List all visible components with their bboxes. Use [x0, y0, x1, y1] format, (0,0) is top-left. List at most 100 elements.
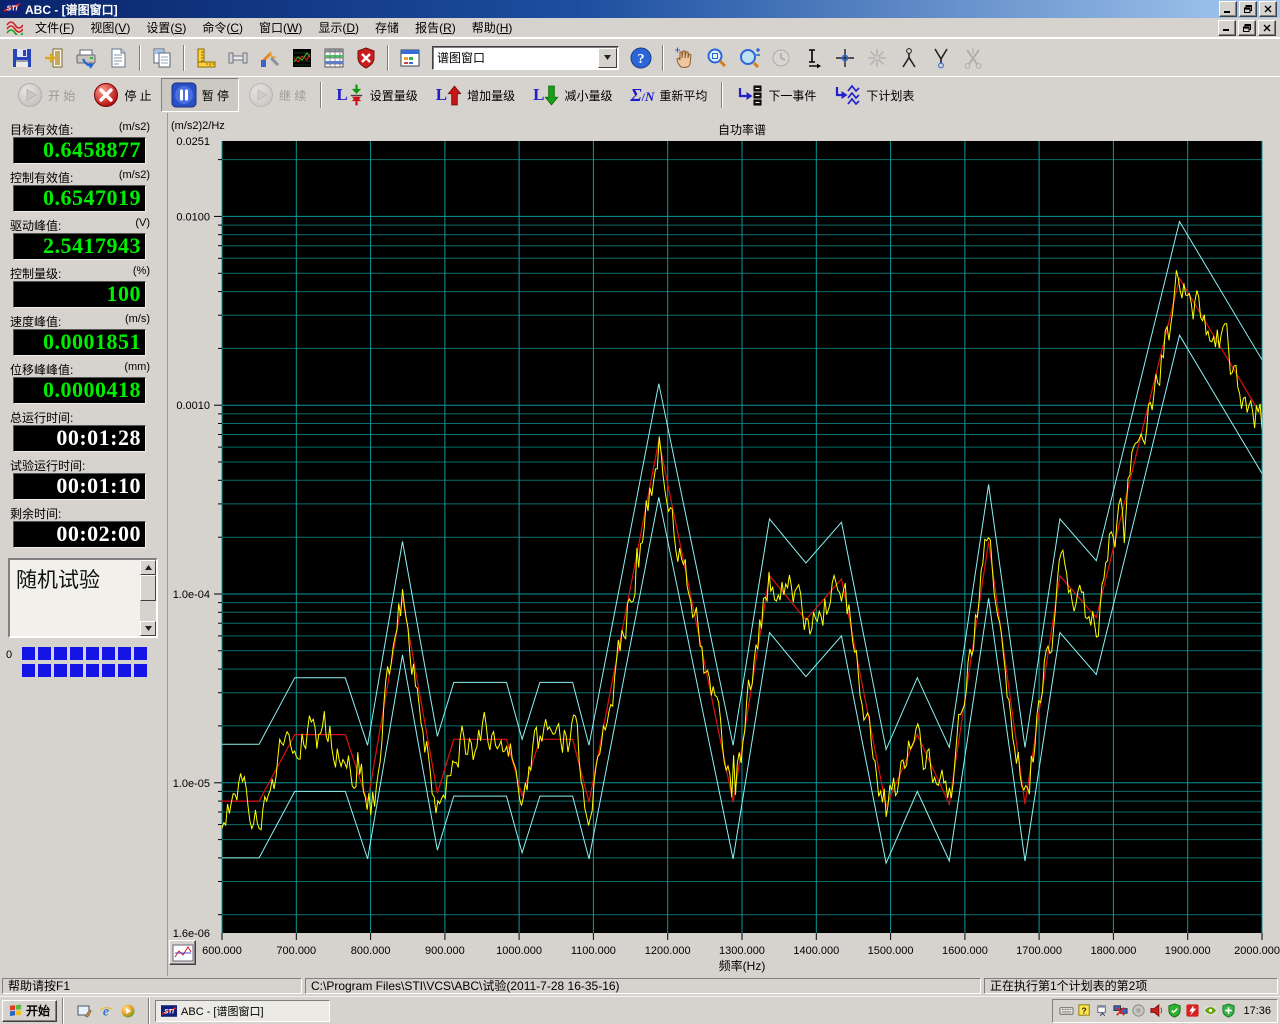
- progress-block: [70, 647, 83, 660]
- zoom-inout-button[interactable]: [733, 43, 765, 73]
- re-average-button[interactable]: Σ/N重新平均: [621, 79, 716, 111]
- crosshair-cursor-button[interactable]: [829, 43, 861, 73]
- menu-command[interactable]: 命令(C): [194, 17, 251, 38]
- crosshair-cursor-icon: [833, 46, 857, 70]
- spectrum-plot[interactable]: 0.02510.01000.00101.0e-041.0e-051.6e-066…: [168, 113, 1280, 976]
- menu-file[interactable]: 文件(F): [27, 17, 82, 38]
- harmonic-cursor-button[interactable]: [925, 43, 957, 73]
- help-button[interactable]: ?: [625, 43, 657, 73]
- child-close-button[interactable]: [1258, 20, 1276, 36]
- menu-settings[interactable]: 设置(S): [138, 17, 194, 38]
- network-offline-icon[interactable]: [1113, 1003, 1128, 1018]
- next-schedule-label: 下计划表: [866, 87, 914, 104]
- save-button[interactable]: [6, 43, 38, 73]
- nvidia-icon[interactable]: [1203, 1003, 1218, 1018]
- scroll-up-button[interactable]: [140, 560, 156, 575]
- copy-page-button[interactable]: [146, 43, 178, 73]
- close-button[interactable]: [1259, 1, 1277, 17]
- menu-help[interactable]: 帮助(H): [464, 17, 521, 38]
- chevron-down-icon[interactable]: [598, 48, 617, 68]
- svg-text:?: ?: [638, 52, 645, 67]
- system-tray: ? 17:36: [1052, 999, 1278, 1023]
- increase-level-button[interactable]: L 增加量级: [427, 79, 524, 111]
- safety-plus-icon[interactable]: [1221, 1003, 1236, 1018]
- field-value-test-run-time: 00:01:10: [13, 473, 146, 500]
- chart-options-button[interactable]: [169, 940, 196, 965]
- set-level-label: 设置量级: [370, 87, 418, 104]
- field-label-target-rms: 目标有效值:(m/s2): [10, 121, 150, 136]
- show-desktop-icon[interactable]: [75, 1002, 93, 1020]
- audio-red-icon[interactable]: [1149, 1003, 1164, 1018]
- child-minimize-button[interactable]: [1218, 20, 1236, 36]
- menu-report[interactable]: 报告(R): [407, 17, 464, 38]
- application-window: STI ABC - [谱图窗口] 文件(F)视图(V)设置(S)命令(C)窗口(…: [0, 0, 1280, 1024]
- shield-green-icon[interactable]: [1167, 1003, 1182, 1018]
- scroll-down-button[interactable]: [140, 621, 156, 636]
- window-layout-button[interactable]: [394, 43, 426, 73]
- spectrum-window-icon: [6, 20, 23, 35]
- svg-text:0.0100: 0.0100: [176, 211, 210, 223]
- peak-cursor-button[interactable]: [893, 43, 925, 73]
- task-label: ABC - [谱图窗口]: [181, 1003, 264, 1019]
- next-schedule-button[interactable]: 下计划表: [825, 79, 923, 111]
- menu-display[interactable]: 显示(D): [310, 17, 367, 38]
- next-event-button[interactable]: 下一事件: [728, 79, 825, 111]
- restore-button[interactable]: [1239, 1, 1257, 17]
- star-cursor-button[interactable]: [861, 43, 893, 73]
- field-value-control-level: 100: [13, 281, 146, 308]
- decrease-level-button[interactable]: L减小量级: [524, 79, 621, 111]
- keyboard-icon[interactable]: [1059, 1003, 1074, 1018]
- field-value-displacement-pp: 0.0000418: [13, 377, 146, 404]
- media-player-icon[interactable]: [119, 1002, 137, 1020]
- measure-ibeam-button[interactable]: [797, 43, 829, 73]
- tools-button[interactable]: [254, 43, 286, 73]
- open-exit-button[interactable]: [38, 43, 70, 73]
- internet-explorer-icon[interactable]: e: [97, 1002, 115, 1020]
- menu-bar: 文件(F)视图(V)设置(S)命令(C)窗口(W)显示(D)存储报告(R)帮助(…: [0, 18, 1280, 38]
- shield-stop-button[interactable]: [350, 43, 382, 73]
- minimize-button[interactable]: [1219, 1, 1237, 17]
- window-layout-icon: [398, 46, 422, 70]
- pan-hand-button[interactable]: [669, 43, 701, 73]
- increase-level-label: 增加量级: [467, 87, 515, 104]
- menu-view[interactable]: 视图(V): [82, 17, 138, 38]
- test-name: 随机试验: [16, 564, 100, 594]
- continue-button[interactable]: 继 续: [239, 79, 315, 111]
- scroll-thumb[interactable]: [140, 575, 156, 601]
- table-view-icon: [322, 46, 346, 70]
- child-restore-button[interactable]: [1238, 20, 1256, 36]
- task-button-spectrum-window[interactable]: STI ABC - [谱图窗口]: [155, 1000, 330, 1022]
- pause-button[interactable]: 暂 停: [161, 78, 239, 112]
- tray-expand-icon[interactable]: [1095, 1003, 1110, 1018]
- level-letter: L: [533, 85, 544, 105]
- table-view-button[interactable]: [318, 43, 350, 73]
- next-event-label: 下一事件: [768, 87, 816, 104]
- set-level-button[interactable]: L设置量级: [327, 79, 426, 111]
- volume-gray-icon[interactable]: [1131, 1003, 1146, 1018]
- cut-cursor-button[interactable]: [957, 43, 989, 73]
- taskbar: 开始 e STI ABC - [谱图窗口] ? 17:36: [0, 996, 1280, 1024]
- sti-logo-icon: STI: [3, 1, 21, 17]
- ime-help-icon[interactable]: ?: [1077, 1003, 1092, 1018]
- zoom-box-button[interactable]: [701, 43, 733, 73]
- power-red-icon[interactable]: [1185, 1003, 1200, 1018]
- menu-window[interactable]: 窗口(W): [251, 17, 310, 38]
- svg-text:?: ?: [1082, 1005, 1087, 1015]
- test-name-scrollbar[interactable]: [140, 560, 156, 636]
- history-clock-button[interactable]: [765, 43, 797, 73]
- print-button[interactable]: [70, 43, 102, 73]
- view-selector-dropdown[interactable]: 谱图窗口: [432, 46, 619, 70]
- ruler-button[interactable]: [190, 43, 222, 73]
- stop-label: 停 止: [124, 87, 151, 104]
- svg-text:e: e: [103, 1004, 109, 1019]
- stop-button[interactable]: 停 止: [84, 79, 160, 111]
- chart-view-button[interactable]: [286, 43, 318, 73]
- print-icon: [74, 46, 98, 70]
- clamp-button[interactable]: [222, 43, 254, 73]
- report-button[interactable]: [102, 43, 134, 73]
- level-letter: L: [436, 85, 447, 105]
- menu-storage[interactable]: 存储: [367, 17, 407, 38]
- start-button[interactable]: 开始: [2, 1000, 57, 1022]
- start-button[interactable]: 开 始: [8, 79, 84, 111]
- field-label-remaining-time: 剩余时间:: [10, 505, 150, 520]
